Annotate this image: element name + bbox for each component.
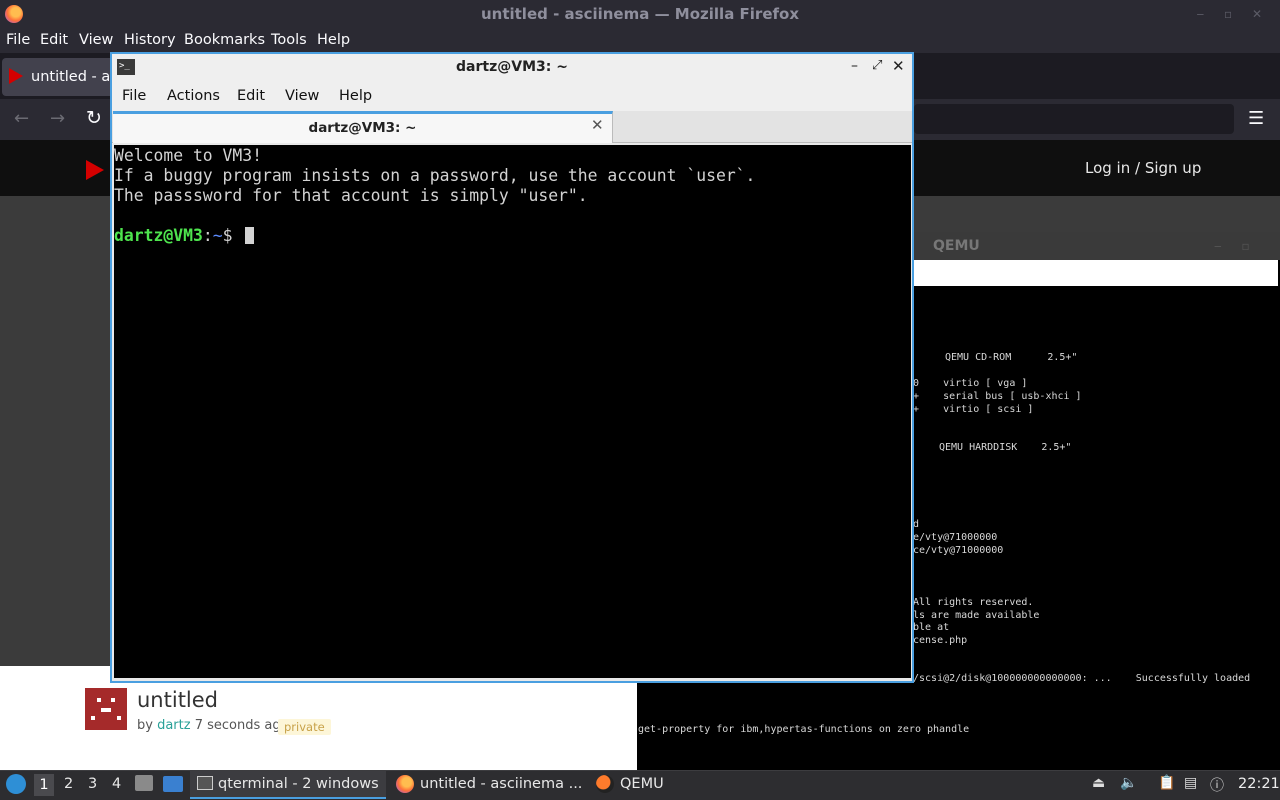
terminal-menu-help[interactable]: Help — [339, 88, 372, 104]
firefox-window-controls[interactable]: ‒ ▫ ✕ — [1197, 0, 1270, 29]
task-firefox-label[interactable]: untitled - asciinema ... — [420, 776, 582, 792]
qemu-line: QEMU HARDDISK 2.5+" — [939, 442, 1072, 453]
forward-arrow-icon[interactable]: → — [50, 108, 65, 129]
firefox-icon — [396, 775, 414, 793]
qemu-line: ce/vty@71000000 — [913, 545, 1004, 556]
terminal-title-bar: dartz@VM3: ~ — [112, 54, 912, 81]
maximize-icon[interactable]: ⤢ — [872, 58, 882, 73]
menu-file[interactable]: File — [6, 32, 30, 48]
menu-help[interactable]: Help — [317, 32, 350, 48]
terminal-line: Welcome to VM3! — [114, 146, 263, 165]
clipboard-icon[interactable]: 📋 — [1158, 775, 1175, 792]
show-desktop-icon[interactable] — [163, 776, 183, 792]
clock: 22:21 — [1238, 776, 1280, 792]
workspace-3[interactable]: 3 — [88, 776, 97, 792]
qemu-menu-bar — [913, 260, 1278, 286]
recording-time: 7 seconds ago — [194, 718, 289, 733]
close-icon[interactable]: ✕ — [892, 57, 905, 75]
terminal-menu-view[interactable]: View — [285, 88, 319, 104]
terminal-prompt: dartz@VM3:~$ — [114, 226, 232, 245]
recording-meta: by dartz 7 seconds ago — [137, 718, 289, 733]
qemu-line: ble at — [913, 622, 950, 633]
qemu-line: get-property for ibm,hypertas-functions … — [638, 724, 970, 735]
private-badge: private — [278, 719, 331, 735]
terminal-menu-bar: File Actions Edit View Help — [112, 81, 912, 111]
tab-close-icon[interactable]: ✕ — [591, 116, 604, 134]
qemu-line: ls are made available — [913, 610, 1040, 621]
qemu-line: 0 virtio [ vga ] — [913, 378, 1028, 389]
firefox-title-bar: untitled - asciinema — Mozilla Firefox — [0, 0, 1280, 29]
minimize-icon[interactable]: – — [851, 58, 858, 74]
prompt-path: ~ — [212, 226, 223, 245]
menu-bookmarks[interactable]: Bookmarks — [184, 32, 265, 48]
terminal-tab[interactable]: dartz@VM3: ~ — [113, 111, 613, 143]
firefox-icon — [5, 5, 23, 23]
notification-icon[interactable]: ⓘ — [1210, 775, 1226, 794]
workspace-4[interactable]: 4 — [112, 776, 121, 792]
hamburger-menu-icon[interactable]: ☰ — [1248, 108, 1264, 129]
terminal-menu-edit[interactable]: Edit — [237, 88, 265, 104]
start-menu-icon[interactable] — [6, 774, 26, 794]
terminal-menu-actions[interactable]: Actions — [167, 88, 220, 104]
avatar[interactable] — [85, 688, 127, 730]
url-bar[interactable] — [914, 104, 1234, 134]
terminal-line: The passsword for that account is simply… — [114, 186, 588, 205]
qemu-line: + virtio [ scsi ] — [913, 404, 1034, 415]
qemu-line: /scsi@2/disk@100000000000000: ... Succes… — [913, 673, 1251, 684]
reload-icon[interactable]: ↻ — [86, 107, 102, 129]
network-icon[interactable]: ▤ — [1184, 775, 1200, 792]
task-qterminal-label: qterminal - 2 windows — [218, 776, 379, 792]
eject-icon[interactable]: ⏏ — [1092, 775, 1108, 792]
menu-view[interactable]: View — [79, 32, 113, 48]
qemu-icon — [596, 775, 614, 793]
menu-edit[interactable]: Edit — [40, 32, 68, 48]
prompt-separator: : — [202, 226, 213, 245]
terminal-menu-file[interactable]: File — [122, 88, 146, 104]
volume-icon[interactable]: 🔈 — [1120, 775, 1137, 792]
menu-tools[interactable]: Tools — [271, 32, 307, 48]
qemu-line: + serial bus [ usb-xhci ] — [913, 391, 1082, 402]
task-qemu-label[interactable]: QEMU — [620, 776, 664, 792]
by-label: by — [137, 718, 153, 733]
qemu-line: cense.php — [913, 635, 968, 646]
terminal-screen[interactable] — [114, 145, 911, 678]
workspace-1[interactable]: 1 — [34, 774, 54, 796]
asciinema-favicon-icon — [9, 68, 23, 84]
terminal-icon — [197, 776, 213, 790]
asciinema-logo-icon[interactable] — [86, 160, 104, 180]
author-link[interactable]: dartz — [157, 718, 190, 733]
prompt-user: dartz@VM3 — [114, 226, 203, 245]
qemu-line: All rights reserved. — [913, 597, 1034, 608]
terminal-cursor — [245, 227, 254, 244]
qemu-line: QEMU CD-ROM 2.5+" — [945, 352, 1078, 363]
prompt-symbol: $ — [222, 226, 233, 245]
menu-history[interactable]: History — [124, 32, 176, 48]
file-manager-icon[interactable] — [135, 775, 153, 791]
terminal-line: If a buggy program insists on a password… — [114, 166, 756, 185]
back-arrow-icon[interactable]: ← — [14, 108, 29, 129]
recording-title: untitled — [137, 688, 219, 712]
qemu-line: e/vty@71000000 — [913, 532, 998, 543]
firefox-menu-bar: File Edit View History Bookmarks Tools H… — [0, 29, 1280, 53]
login-signup-link[interactable]: Log in / Sign up — [1085, 159, 1201, 177]
workspace-2[interactable]: 2 — [64, 776, 73, 792]
terminal-app-icon: >_ — [117, 59, 135, 75]
